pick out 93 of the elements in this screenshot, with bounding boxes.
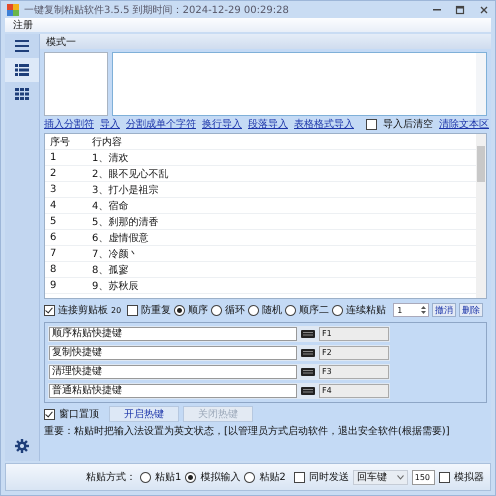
radio-label: 顺序	[188, 304, 208, 317]
close-icon	[479, 4, 489, 14]
column-header: 行内容	[92, 136, 123, 148]
checkbox-label: 同时发送	[308, 470, 349, 484]
warning-text: 重要：粘贴时把输入法设置为英文状态，[以管理员方式启动软件，退出安全软件(根据需要)]	[43, 424, 451, 439]
radio-button[interactable]	[174, 304, 186, 316]
table-cell-text: 1	[49, 152, 58, 163]
grid-icon	[14, 86, 30, 102]
table-cell-text: 5	[49, 216, 58, 227]
checkbox[interactable]	[44, 408, 55, 420]
radio-label: 顺序二	[299, 304, 330, 317]
table-cell-text: 4、宿命	[92, 200, 130, 212]
window-title: 一键复制粘贴软件3.5.5 到期时间：2024-12-29 00:29:28	[24, 4, 289, 16]
panel-title: 模式一	[46, 36, 76, 48]
checkbox-label: 窗口置顶	[59, 408, 99, 421]
link[interactable]: 换行导入	[202, 117, 242, 131]
menu-item[interactable]: 注册	[13, 18, 33, 32]
sidebar-button[interactable]	[5, 58, 39, 82]
key-field[interactable]: F2	[319, 346, 389, 360]
checkbox-label: 防重复	[141, 304, 172, 317]
link[interactable]: 导入	[100, 117, 120, 131]
table-cell-text: 8	[49, 264, 58, 275]
scroll-thumb[interactable]	[477, 146, 485, 182]
table-cell-text: 6	[49, 232, 58, 243]
button[interactable]: 撤消	[432, 303, 456, 317]
checkbox[interactable]	[44, 304, 55, 316]
minimize-icon	[433, 8, 441, 10]
checkbox[interactable]	[294, 472, 305, 482]
dropdown[interactable]: 回车键	[352, 470, 408, 484]
checkbox[interactable]	[439, 472, 450, 482]
table-cell-text: 5、刹那的清香	[92, 216, 160, 228]
radio-button[interactable]	[332, 304, 344, 316]
radio-label: 模拟输入	[200, 470, 240, 484]
text-field[interactable]: 普通粘贴快捷键	[49, 384, 297, 398]
keyboard-icon	[301, 387, 315, 395]
button[interactable]: 删除	[459, 303, 484, 317]
table-cell-text: 9	[49, 280, 58, 291]
table-cell-text: 7、冷颜丶	[92, 248, 140, 260]
radio-label: 循环	[225, 304, 246, 317]
app-icon	[7, 4, 19, 16]
table-cell-text: 1、清欢	[92, 152, 130, 164]
menu-icon	[14, 38, 30, 54]
table-cell-text: 6、虚情假意	[92, 232, 150, 244]
table-cell-text: 7	[49, 248, 58, 259]
table-cell-text: 3、打小是祖宗	[92, 184, 160, 196]
text-field[interactable]: 复制快捷键	[49, 346, 297, 360]
table-cell-text: 2、眼不见心不乱	[92, 168, 170, 180]
keyboard-icon	[301, 349, 315, 357]
table-cell-text: 8、孤寥	[92, 264, 130, 276]
link[interactable]: 表格格式导入	[294, 117, 354, 131]
list-icon	[14, 62, 30, 78]
keyboard-icon	[301, 330, 315, 338]
keyboard-icon	[301, 368, 315, 376]
radio-button[interactable]	[285, 304, 296, 316]
key-field[interactable]: F4	[319, 384, 389, 398]
radio-button[interactable]	[211, 304, 222, 316]
radio-button[interactable]	[140, 472, 151, 482]
maximize-icon	[455, 4, 465, 14]
button[interactable]: 开启热键	[109, 406, 179, 422]
link[interactable]: 插入分割符	[44, 117, 94, 131]
radio-button[interactable]	[248, 304, 260, 316]
link[interactable]: 清除文本区	[439, 117, 489, 131]
link[interactable]: 分割成单个字符	[126, 117, 196, 131]
column-header: 序号	[49, 136, 71, 148]
text-field[interactable]: 顺序粘贴快捷键	[49, 327, 297, 341]
text-field[interactable]: 清理快捷键	[49, 365, 297, 379]
key-field[interactable]: F3	[319, 365, 389, 379]
table-cell-text: 3	[49, 184, 58, 195]
radio-label: 连续粘贴	[346, 304, 386, 317]
chevron-down-icon	[396, 474, 404, 480]
checkbox[interactable]	[127, 304, 138, 316]
table-cell-text: 4	[49, 200, 58, 211]
scrollbar[interactable]	[476, 53, 486, 115]
table-cell-text: 9、苏秋辰	[92, 280, 140, 292]
link[interactable]: 段落导入	[248, 117, 288, 131]
spinner-arrows-icon	[420, 305, 428, 315]
radio-button[interactable]	[244, 472, 256, 482]
radio-label: 粘贴1	[155, 470, 182, 484]
checkbox-label: 模拟器	[454, 470, 484, 484]
paste-mode-label: 粘贴方式：	[86, 470, 136, 484]
count-label: 20	[111, 306, 122, 314]
key-field[interactable]: F1	[319, 327, 389, 341]
table-cell-text: 2	[49, 168, 58, 179]
number-spinner[interactable]: 1	[393, 303, 430, 317]
scrollbar[interactable]	[476, 134, 486, 298]
checkbox-label: 导入后清空	[383, 118, 433, 131]
radio-button[interactable]	[185, 472, 196, 482]
radio-label: 粘贴2	[259, 470, 286, 484]
checkbox-label: 连接剪贴板	[58, 304, 108, 317]
radio-label: 随机	[262, 304, 282, 317]
input-field[interactable]: 150	[412, 470, 435, 484]
settings-icon	[15, 439, 29, 453]
checkbox[interactable]	[366, 118, 377, 130]
